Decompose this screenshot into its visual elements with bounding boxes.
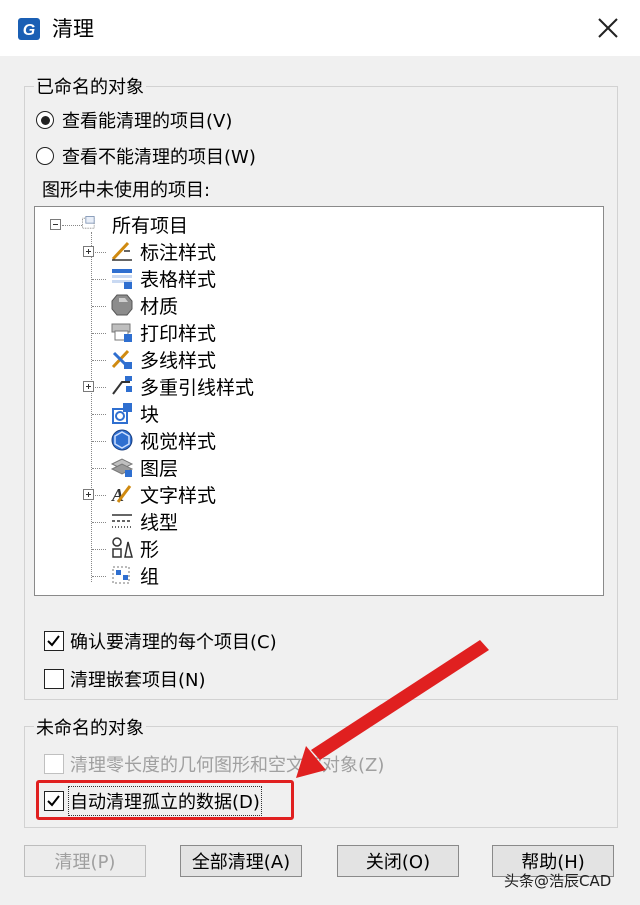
purge-nested-items-checkbox[interactable]: 清理嵌套项目(N): [44, 666, 206, 692]
shape-icon: [112, 537, 133, 558]
tree-expand-toggle[interactable]: [83, 489, 94, 500]
confirm-each-item-label: 确认要清理的每个项目(C): [70, 632, 277, 653]
checkbox-unchecked[interactable]: [44, 669, 64, 689]
table-style-icon: [112, 269, 132, 289]
tree-item-group[interactable]: 组: [110, 562, 159, 588]
tree-expand-toggle[interactable]: [83, 381, 94, 392]
unnamed-objects-group-label: 未命名的对象: [34, 714, 146, 740]
visual-style-icon: [111, 429, 133, 451]
layer-icon: [110, 458, 134, 477]
multileader-style-icon: [112, 376, 132, 395]
named-objects-group-label: 已命名的对象: [34, 73, 146, 99]
block-icon: [112, 403, 132, 424]
gstarcad-logo-icon: G: [18, 18, 40, 40]
tree-item-label: 多重引线样式: [140, 376, 255, 399]
tree-root-label: 所有项目: [112, 214, 189, 237]
window-title: 清理: [52, 17, 94, 41]
radio-view-nonpurgeable[interactable]: 查看不能清理的项目(W): [36, 143, 256, 169]
zero-length-geometry-label: 清理零长度的几何图形和空文字对象(Z): [70, 755, 385, 776]
tree-expand-toggle[interactable]: [83, 246, 94, 257]
tree-item-label: 多线样式: [140, 349, 217, 372]
tree-item-linetype[interactable]: 线型: [110, 508, 178, 534]
all-items-icon: [82, 216, 95, 229]
tree-item-dimension-style[interactable]: 标注样式: [110, 238, 216, 264]
text-style-icon: A: [111, 485, 132, 505]
tree-item-label: 形: [140, 538, 160, 561]
close-button[interactable]: 关闭(O): [337, 845, 459, 877]
tree-item-material[interactable]: 材质: [110, 292, 178, 318]
tree-item-label: 视觉样式: [140, 430, 217, 453]
tree-label: 图形中未使用的项目:: [42, 180, 211, 201]
tree-item-block[interactable]: 块: [110, 400, 159, 426]
purge-nested-items-label: 清理嵌套项目(N): [70, 670, 206, 691]
checkbox-unchecked-disabled[interactable]: [44, 754, 64, 774]
dimension-style-icon: [111, 241, 132, 261]
radio-view-nonpurgeable-label: 查看不能清理的项目(W): [62, 147, 256, 168]
tree-item-table-style[interactable]: 表格样式: [110, 265, 216, 291]
tree-item-label: 组: [140, 565, 160, 588]
tree-item-shape[interactable]: 形: [110, 535, 159, 561]
checkbox-checked[interactable]: [44, 631, 64, 651]
tree-item-text-style[interactable]: A 文字样式: [110, 481, 216, 507]
close-icon[interactable]: [590, 10, 626, 46]
watermark-text: 头条@浩辰CAD: [504, 872, 612, 890]
tree-item-label: 材质: [140, 295, 179, 318]
tree-item-layer[interactable]: 图层: [110, 454, 178, 480]
tree-item-plot-style[interactable]: 打印样式: [110, 319, 216, 345]
tree-item-label: 标注样式: [140, 241, 217, 264]
tree-item-visual-style[interactable]: 视觉样式: [110, 427, 216, 453]
tree-item-multileader-style[interactable]: 多重引线样式: [110, 373, 254, 399]
radio-view-purgeable-label: 查看能清理的项目(V): [62, 111, 233, 132]
radio-button-selected[interactable]: [36, 111, 54, 129]
linetype-icon: [112, 514, 132, 528]
purge-all-button[interactable]: 全部清理(A): [180, 845, 302, 877]
tree-item-multiline-style[interactable]: 多线样式: [110, 346, 216, 372]
tree-item-label: 块: [140, 403, 160, 426]
svg-text:G: G: [23, 22, 35, 39]
purge-button[interactable]: 清理(P): [24, 845, 146, 877]
tree-item-label: 文字样式: [140, 484, 217, 507]
multiline-style-icon: [111, 349, 132, 369]
radio-button-unselected[interactable]: [36, 147, 54, 165]
radio-view-purgeable[interactable]: 查看能清理的项目(V): [36, 107, 232, 133]
tree-item-label: 打印样式: [140, 322, 217, 345]
zero-length-geometry-checkbox[interactable]: 清理零长度的几何图形和空文字对象(Z): [44, 751, 384, 777]
material-icon: [111, 294, 133, 316]
tree-collapse-toggle[interactable]: [50, 219, 61, 230]
confirm-each-item-checkbox[interactable]: 确认要清理的每个项目(C): [44, 628, 277, 654]
plot-style-icon: [111, 323, 132, 342]
tree-item-label: 表格样式: [140, 268, 217, 291]
group-icon: [112, 566, 130, 584]
tree-item-label: 图层: [140, 457, 179, 480]
tree-root-item[interactable]: 所有项目: [80, 211, 188, 237]
title-bar: G 清理: [0, 0, 640, 56]
highlight-box: [36, 780, 294, 820]
tree-item-label: 线型: [140, 511, 179, 534]
